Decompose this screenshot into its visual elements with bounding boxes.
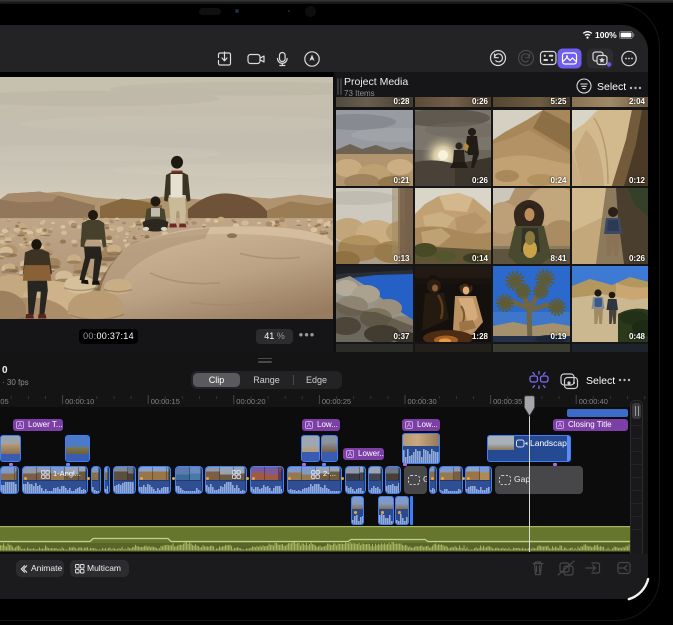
svg-text:Select: Select: [597, 81, 626, 93]
svg-text:100%: 100%: [595, 30, 617, 40]
svg-text:00:00:05: 00:00:05: [0, 397, 9, 406]
svg-text:Select: Select: [586, 375, 615, 387]
